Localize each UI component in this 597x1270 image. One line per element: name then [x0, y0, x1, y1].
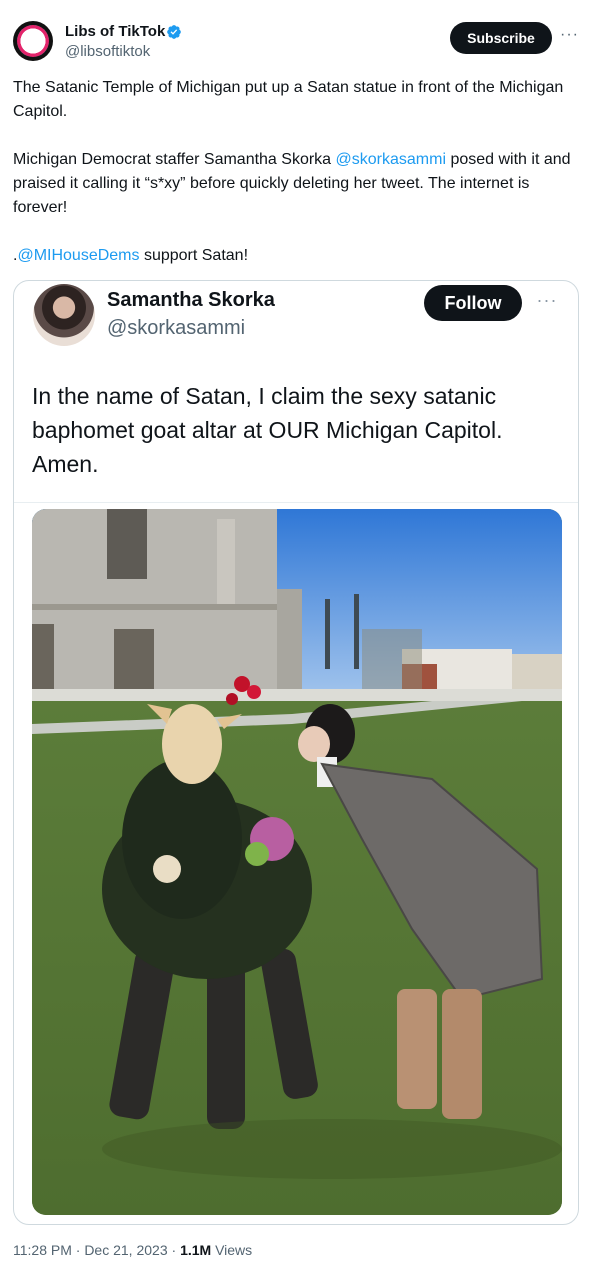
quoted-author-avatar[interactable] [33, 284, 95, 346]
quoted-card-divider [14, 502, 578, 503]
quoted-author-name[interactable]: Samantha Skorka [107, 289, 275, 312]
lamp-post [354, 594, 359, 669]
tweet-timestamp[interactable]: 11:28 PM · Dec 21, 2023 · [13, 1242, 180, 1258]
quoted-more-options-icon[interactable]: ··· [535, 291, 559, 311]
tweet-metadata: 11:28 PM · Dec 21, 2023 · 1.1M Views [13, 1242, 252, 1258]
quoted-author-handle[interactable]: @skorkasammi [107, 317, 245, 340]
tweet-text-paragraph-2: Michigan Democrat staffer Samantha Skork… [13, 148, 587, 220]
author-handle[interactable]: @libsoftiktok [65, 43, 150, 60]
quoted-tweet-photo[interactable] [32, 509, 562, 1215]
mention-link-mihousedems[interactable]: @MIHouseDems [17, 247, 139, 264]
views-count: 1.1M [180, 1242, 212, 1258]
photo-illustration [32, 509, 562, 1215]
avatar-logo-ring [17, 25, 49, 57]
author-display-name[interactable]: Libs of TikTok [65, 23, 165, 40]
tweet-text-segment: support Satan! [139, 247, 249, 264]
tweet-text-segment: Michigan Democrat staffer Samantha Skork… [13, 151, 336, 168]
mention-link-skorkasammi[interactable]: @skorkasammi [336, 151, 446, 168]
follow-button[interactable]: Follow [424, 285, 522, 321]
subscribe-button[interactable]: Subscribe [450, 22, 552, 54]
author-avatar[interactable] [13, 21, 53, 61]
more-options-icon[interactable]: ··· [560, 27, 578, 46]
lamp-post [325, 599, 330, 669]
verified-badge-icon [167, 25, 181, 39]
views-label: Views [211, 1242, 253, 1258]
tweet-text-paragraph-1: The Satanic Temple of Michigan put up a … [13, 79, 564, 120]
tweet-header: Libs of TikTok @libsoftiktok Subscribe ·… [0, 0, 597, 76]
quoted-tweet-text: In the name of Satan, I claim the sexy s… [32, 383, 503, 477]
quoted-tweet-card[interactable]: Samantha Skorka @skorkasammi Follow ··· … [13, 280, 579, 1225]
tweet-text-paragraph-3: .@MIHouseDems support Satan! [13, 244, 587, 268]
